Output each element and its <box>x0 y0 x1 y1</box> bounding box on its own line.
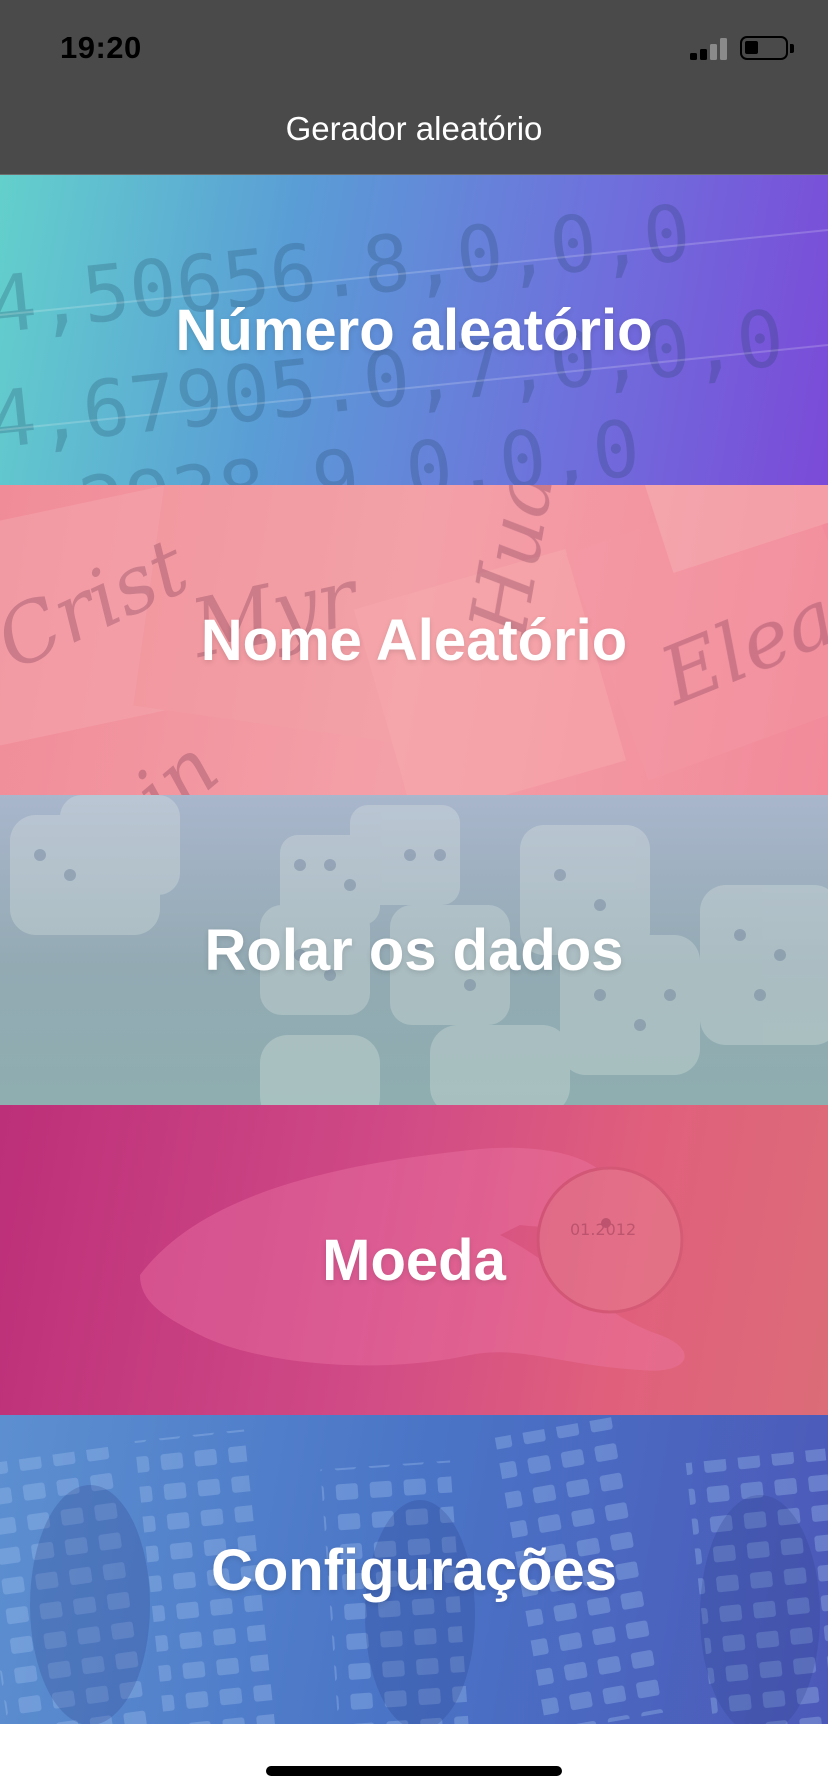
home-indicator[interactable] <box>266 1766 562 1776</box>
home-indicator-area <box>0 1724 828 1792</box>
page-title: Gerador aleatório <box>285 110 543 147</box>
battery-cap <box>790 44 794 53</box>
menu-item-label: Moeda <box>322 1227 506 1293</box>
menu-item-settings[interactable]: Configurações <box>0 1415 828 1725</box>
menu-item-random-name[interactable]: Crist Myr in Hua Elea Nome Aleatório <box>0 485 828 795</box>
cellular-signal-icon <box>690 38 730 60</box>
status-time: 19:20 <box>60 30 142 65</box>
menu-item-coin[interactable]: 01.2012 Moeda <box>0 1105 828 1415</box>
battery-icon <box>740 36 788 60</box>
menu-item-roll-dice[interactable]: Rolar os dados <box>0 795 828 1105</box>
battery-level <box>745 41 758 54</box>
main-menu: 4,50656.8,0,0,0 4,67905.0,7,0,0,0 2938.9… <box>0 175 828 1725</box>
svg-text:in: in <box>117 721 236 795</box>
app-screen: 19:20 Gerador aleatório 4,50656.8,0,0,0 … <box>0 0 828 1792</box>
top-bar: 19:20 Gerador aleatório <box>0 0 828 175</box>
menu-item-label: Número aleatório <box>175 297 653 363</box>
menu-item-label: Nome Aleatório <box>200 607 628 673</box>
menu-item-label: Rolar os dados <box>204 917 624 983</box>
menu-item-random-number[interactable]: 4,50656.8,0,0,0 4,67905.0,7,0,0,0 2938.9… <box>0 175 828 485</box>
menu-item-label: Configurações <box>210 1537 618 1603</box>
